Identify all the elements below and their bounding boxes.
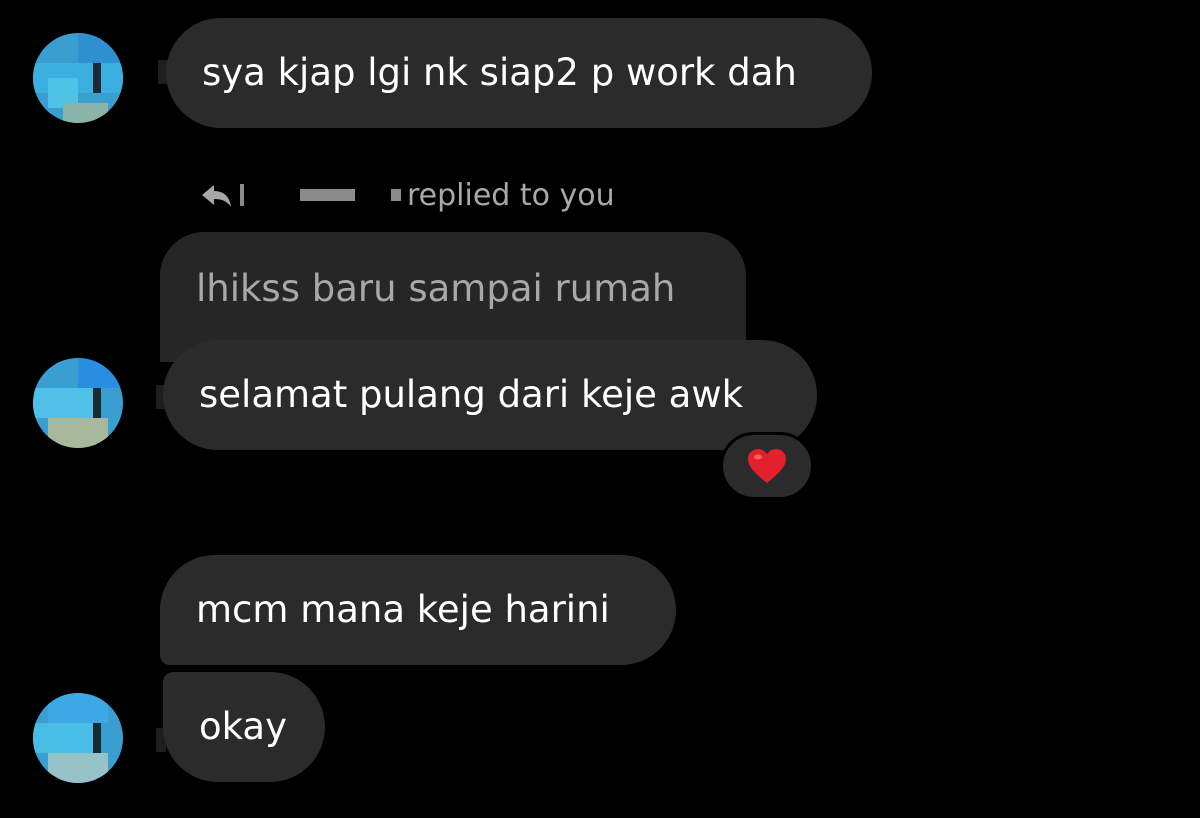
avatar[interactable] (33, 693, 123, 783)
heart-icon (748, 449, 786, 483)
avatar[interactable] (33, 358, 123, 448)
message-text: sya kjap lgi nk siap2 p work dah (202, 51, 797, 94)
redacted-name (240, 184, 407, 206)
message-bubble[interactable]: okay (163, 672, 325, 782)
avatar[interactable] (33, 33, 123, 123)
message-bubble[interactable]: selamat pulang dari keje awk (163, 340, 817, 450)
quoted-message-text: lhikss baru sampai rumah (196, 267, 676, 310)
reply-header: replied to you (200, 175, 615, 215)
message-text: mcm mana keje harini (196, 588, 610, 631)
message-text: okay (199, 705, 287, 748)
message-bubble[interactable]: sya kjap lgi nk siap2 p work dah (166, 18, 872, 128)
reaction-badge[interactable] (720, 432, 814, 500)
message-bubble[interactable]: mcm mana keje harini (160, 555, 676, 665)
reply-arrow-icon (202, 185, 231, 207)
reply-header-text: replied to you (407, 177, 615, 213)
message-text: selamat pulang dari keje awk (199, 373, 744, 416)
